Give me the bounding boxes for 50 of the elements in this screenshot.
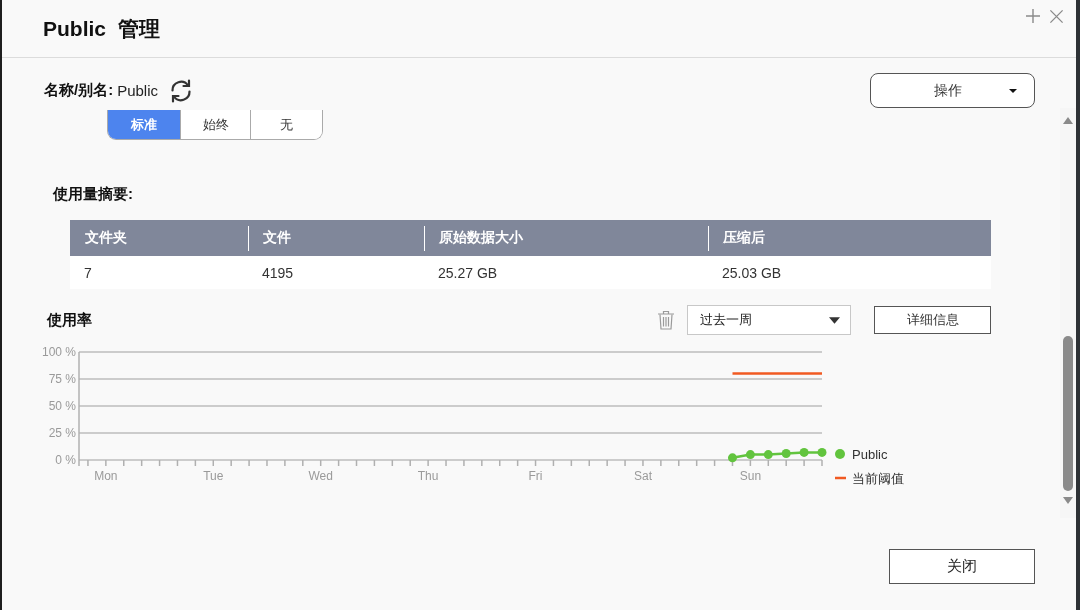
name-value: Public (117, 82, 159, 99)
column-header: 原始数据大小 (424, 220, 708, 256)
column-header: 文件夹 (84, 228, 128, 247)
x-axis-label: Tue (203, 469, 224, 483)
trash-icon[interactable] (657, 310, 675, 330)
data-point (799, 447, 809, 457)
column-header: 文件 (248, 220, 424, 256)
legend-dot-icon (835, 449, 845, 459)
caret-icon (1009, 89, 1017, 93)
refresh-icon[interactable] (169, 77, 194, 104)
close-icon[interactable] (1049, 8, 1064, 24)
x-axis-label: Thu (417, 469, 439, 483)
y-axis-label: 0 % (55, 453, 76, 467)
details-button[interactable]: 详细信息 (874, 306, 991, 334)
x-axis-label: Sun (739, 469, 762, 483)
mode-tab[interactable]: 标准 (108, 110, 180, 139)
close-button[interactable]: 关闭 (889, 549, 1035, 584)
table-cell-text: 7 (83, 263, 93, 283)
legend-line-icon (835, 476, 846, 480)
data-point (781, 449, 791, 458)
data-point (763, 450, 773, 460)
y-axis-label: 50 % (48, 399, 76, 413)
name-label: 名称/别名: (44, 81, 114, 100)
y-axis-label: 100 % (41, 345, 76, 359)
plus-icon[interactable] (1025, 8, 1041, 24)
period-select[interactable]: 过去一周 (687, 305, 851, 335)
table-cell-text: 4195 (261, 263, 295, 283)
scroll-up-icon[interactable] (1063, 117, 1073, 124)
y-axis-label: 25 % (48, 426, 76, 440)
scroll-down-icon[interactable] (1063, 497, 1073, 504)
data-point (745, 450, 755, 460)
window-title: Public 管理 (43, 15, 160, 42)
actions-dropdown-button[interactable]: 操作 (870, 73, 1035, 108)
x-axis-label: Mon (94, 469, 118, 483)
x-axis-label: Sat (633, 469, 652, 483)
column-header: 压缩后 (708, 220, 991, 256)
section-title: 使用率 (47, 310, 92, 330)
table-cell-text: 25.03 GB (721, 263, 783, 283)
legend-label: 当前阈值 (852, 471, 904, 486)
table-cell-text: 25.27 GB (437, 263, 499, 283)
data-point (817, 447, 827, 457)
scrollbar-thumb[interactable] (1063, 336, 1073, 491)
y-axis-label: 75 % (48, 372, 76, 386)
data-point (728, 453, 737, 463)
x-axis-label: Fri (528, 469, 543, 483)
x-axis-label: Wed (308, 469, 333, 483)
legend-label: Public (852, 447, 888, 462)
section-title: 使用量摘要: (53, 184, 133, 204)
caret-icon (829, 316, 840, 324)
mode-tab[interactable]: 无 (250, 110, 322, 139)
